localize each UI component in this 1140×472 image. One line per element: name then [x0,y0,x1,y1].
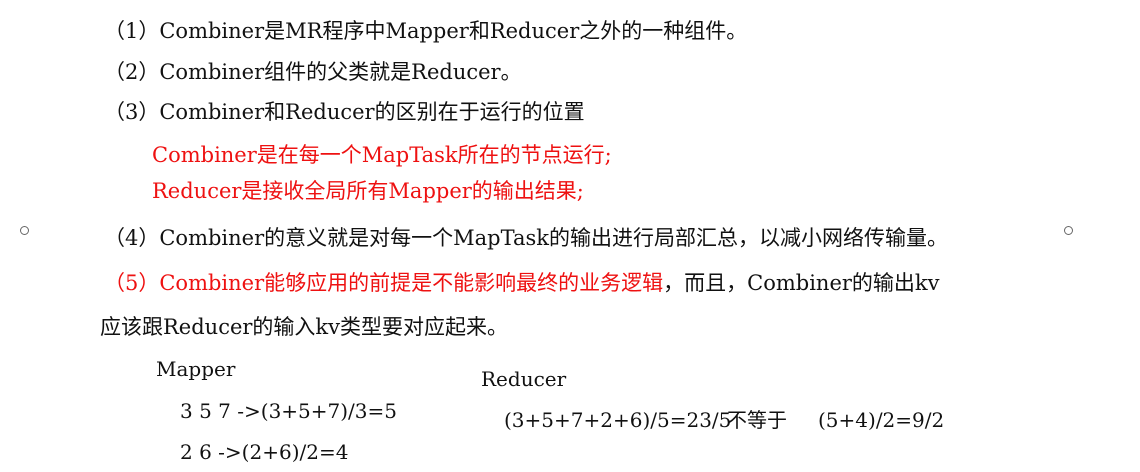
mapper-example-2: 2 6 ->(2+6)/2=4 [180,440,349,464]
item-3: （3）Combiner和Reducer的区别在于运行的位置 [104,100,585,124]
item-3-combiner-location: Combiner是在每一个MapTask所在的节点运行; [152,143,612,167]
item-5-continuation: 应该跟Reducer的输入kv类型要对应起来。 [100,315,509,339]
item-2: （2）Combiner组件的父类就是Reducer。 [104,60,522,84]
item-5: （5）Combiner能够应用的前提是不能影响最终的业务逻辑，而且，Combin… [104,269,940,297]
not-equal-text: 不等于 [727,408,787,432]
right-resize-handle[interactable] [1064,226,1073,235]
item-5-red-text: （5）Combiner能够应用的前提是不能影响最终的业务逻辑 [104,271,664,295]
reducer-calc-left: (3+5+7+2+6)/5=23/5 [504,408,732,432]
item-1: （1）Combiner是MR程序中Mapper和Reducer之外的一种组件。 [104,19,748,43]
reducer-label: Reducer [481,367,567,391]
mapper-example-1: 3 5 7 ->(3+5+7)/3=5 [180,399,398,423]
item-4: （4）Combiner的意义就是对每一个MapTask的输出进行局部汇总，以减小… [104,226,948,250]
item-5-black-text: ，而且，Combiner的输出kv [663,271,940,295]
left-resize-handle[interactable] [20,226,29,235]
reducer-calc-right: (5+4)/2=9/2 [818,408,945,432]
mapper-label: Mapper [156,357,236,381]
item-3-reducer-location: Reducer是接收全局所有Mapper的输出结果; [152,179,584,203]
